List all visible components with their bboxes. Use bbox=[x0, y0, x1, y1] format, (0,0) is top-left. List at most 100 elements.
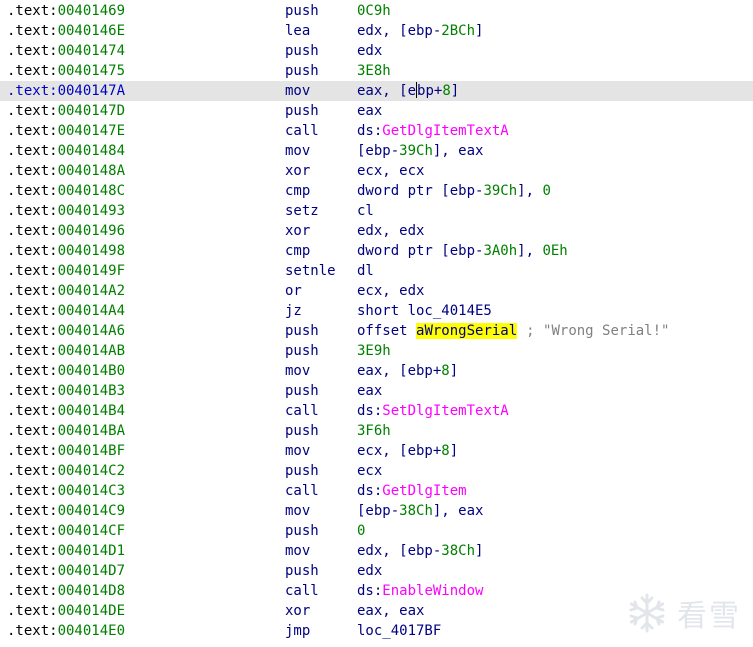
mnemonic[interactable]: push bbox=[285, 561, 319, 581]
address-value[interactable]: 00401496 bbox=[58, 223, 125, 239]
listing-row[interactable]: .text:004014AB push 3E9h bbox=[0, 341, 753, 361]
address-label[interactable]: .text:0040148C bbox=[7, 181, 125, 201]
mnemonic[interactable]: xor bbox=[285, 601, 310, 621]
listing-row[interactable]: .text:0040147D push eax bbox=[0, 101, 753, 121]
listing-row[interactable]: .text:004014B0 mov eax, [ebp+8] bbox=[0, 361, 753, 381]
address-value[interactable]: 004014A6 bbox=[58, 323, 125, 339]
listing-row[interactable]: .text:004014A2 or ecx, edx bbox=[0, 281, 753, 301]
operands[interactable]: ds:EnableWindow bbox=[357, 581, 483, 601]
listing-row[interactable]: .text:004014BF mov ecx, [ebp+8] bbox=[0, 441, 753, 461]
operands[interactable]: eax, eax bbox=[357, 601, 424, 621]
address-value[interactable]: 004014D8 bbox=[58, 583, 125, 599]
operands[interactable]: 3F6h bbox=[357, 421, 391, 441]
operands[interactable]: 3E8h bbox=[357, 61, 391, 81]
operands[interactable]: edx bbox=[357, 561, 382, 581]
listing-row[interactable]: .text:00401475 push 3E8h bbox=[0, 61, 753, 81]
operands[interactable]: edx, [ebp-2BCh] bbox=[357, 21, 483, 41]
address-label[interactable]: .text:00401496 bbox=[7, 221, 125, 241]
mnemonic[interactable]: call bbox=[285, 581, 319, 601]
mnemonic[interactable]: xor bbox=[285, 221, 310, 241]
listing-row[interactable]: .text:0040147A mov eax, [ebp+8] bbox=[0, 81, 753, 101]
operands[interactable]: offset aWrongSerial ; "Wrong Serial!" bbox=[357, 321, 669, 341]
address-label[interactable]: .text:004014D7 bbox=[7, 561, 125, 581]
mnemonic[interactable]: setz bbox=[285, 201, 319, 221]
operands[interactable]: ecx, edx bbox=[357, 281, 424, 301]
address-label[interactable]: .text:004014E0 bbox=[7, 621, 125, 641]
address-label[interactable]: .text:0040146E bbox=[7, 21, 125, 41]
address-label[interactable]: .text:0040147E bbox=[7, 121, 125, 141]
mnemonic[interactable]: push bbox=[285, 381, 319, 401]
listing-row[interactable]: .text:0040147E call ds:GetDlgItemTextA bbox=[0, 121, 753, 141]
operands[interactable]: ds:GetDlgItem bbox=[357, 481, 467, 501]
mnemonic[interactable]: push bbox=[285, 321, 319, 341]
address-label[interactable]: .text:004014B0 bbox=[7, 361, 125, 381]
address-label[interactable]: .text:004014DE bbox=[7, 601, 125, 621]
listing-row[interactable]: .text:004014C2 push ecx bbox=[0, 461, 753, 481]
operands[interactable]: edx, [ebp-38Ch] bbox=[357, 541, 483, 561]
address-value[interactable]: 004014B0 bbox=[58, 363, 125, 379]
listing-row[interactable]: .text:004014C9 mov [ebp-38Ch], eax bbox=[0, 501, 753, 521]
listing-row[interactable]: .text:00401496 xor edx, edx bbox=[0, 221, 753, 241]
mnemonic[interactable]: push bbox=[285, 1, 319, 21]
operands[interactable]: ecx, ecx bbox=[357, 161, 424, 181]
address-label[interactable]: .text:004014B4 bbox=[7, 401, 125, 421]
address-value[interactable]: 004014B4 bbox=[58, 403, 125, 419]
mnemonic[interactable]: lea bbox=[285, 21, 310, 41]
address-label[interactable]: .text:004014C2 bbox=[7, 461, 125, 481]
address-value[interactable]: 004014BA bbox=[58, 423, 125, 439]
api-name[interactable]: EnableWindow bbox=[382, 583, 483, 599]
mnemonic[interactable]: mov bbox=[285, 81, 310, 101]
listing-row[interactable]: .text:0040148A xor ecx, ecx bbox=[0, 161, 753, 181]
listing-row[interactable]: .text:004014A6 push offset aWrongSerial ; "… bbox=[0, 321, 753, 341]
operands[interactable]: short loc_4014E5 bbox=[357, 301, 492, 321]
address-label[interactable]: .text:004014B3 bbox=[7, 381, 125, 401]
address-label[interactable]: .text:004014C3 bbox=[7, 481, 125, 501]
mnemonic[interactable]: push bbox=[285, 61, 319, 81]
operands[interactable]: 3E9h bbox=[357, 341, 391, 361]
address-label[interactable]: .text:004014A6 bbox=[7, 321, 125, 341]
listing-row[interactable]: .text:004014CF push 0 bbox=[0, 521, 753, 541]
mnemonic[interactable]: jmp bbox=[285, 621, 310, 641]
address-value[interactable]: 0040148C bbox=[58, 183, 125, 199]
operands[interactable]: 0 bbox=[357, 521, 365, 541]
address-value[interactable]: 0040147D bbox=[58, 103, 125, 119]
listing-row[interactable]: .text:00401498 cmp dword ptr [ebp-3A0h], 0… bbox=[0, 241, 753, 261]
listing-row[interactable]: .text:004014B4 call ds:SetDlgItemTextA bbox=[0, 401, 753, 421]
mnemonic[interactable]: mov bbox=[285, 361, 310, 381]
address-label[interactable]: .text:0040148A bbox=[7, 161, 125, 181]
listing-row[interactable]: .text:00401484 mov [ebp-39Ch], eax bbox=[0, 141, 753, 161]
address-value[interactable]: 00401484 bbox=[58, 143, 125, 159]
address-value[interactable]: 00401493 bbox=[58, 203, 125, 219]
api-name[interactable]: GetDlgItemTextA bbox=[382, 123, 508, 139]
mnemonic[interactable]: xor bbox=[285, 161, 310, 181]
address-label[interactable]: .text:00401475 bbox=[7, 61, 125, 81]
operands[interactable]: eax, [ebp+8] bbox=[357, 361, 458, 381]
mnemonic[interactable]: or bbox=[285, 281, 302, 301]
address-value[interactable]: 004014B3 bbox=[58, 383, 125, 399]
address-label[interactable]: .text:004014A2 bbox=[7, 281, 125, 301]
address-value[interactable]: 004014C3 bbox=[58, 483, 125, 499]
operands[interactable]: [ebp-38Ch], eax bbox=[357, 501, 483, 521]
address-label[interactable]: .text:004014AB bbox=[7, 341, 125, 361]
listing-row[interactable]: .text:00401493 setz cl bbox=[0, 201, 753, 221]
address-label[interactable]: .text:004014D8 bbox=[7, 581, 125, 601]
operands[interactable]: eax, [ebp+8] bbox=[357, 81, 459, 101]
operands[interactable]: loc_4017BF bbox=[357, 621, 441, 641]
mnemonic[interactable]: push bbox=[285, 521, 319, 541]
listing-row[interactable]: .text:00401474 push edx bbox=[0, 41, 753, 61]
address-value[interactable]: 004014E0 bbox=[58, 623, 125, 639]
address-value[interactable]: 004014C9 bbox=[58, 503, 125, 519]
operands[interactable]: cl bbox=[357, 201, 374, 221]
address-value[interactable]: 00401498 bbox=[58, 243, 125, 259]
disassembly-listing[interactable]: .text:00401469 push 0C9h .text:0040146E lea e… bbox=[0, 1, 753, 641]
operands[interactable]: 0C9h bbox=[357, 1, 391, 21]
address-label[interactable]: .text:0040147D bbox=[7, 101, 125, 121]
api-name[interactable]: SetDlgItemTextA bbox=[382, 403, 508, 419]
mnemonic[interactable]: mov bbox=[285, 141, 310, 161]
address-label[interactable]: .text:004014D1 bbox=[7, 541, 125, 561]
address-value[interactable]: 004014A4 bbox=[58, 303, 125, 319]
mnemonic[interactable]: push bbox=[285, 421, 319, 441]
address-value[interactable]: 004014D7 bbox=[58, 563, 125, 579]
address-label[interactable]: .text:004014CF bbox=[7, 521, 125, 541]
listing-row[interactable]: .text:004014B3 push eax bbox=[0, 381, 753, 401]
